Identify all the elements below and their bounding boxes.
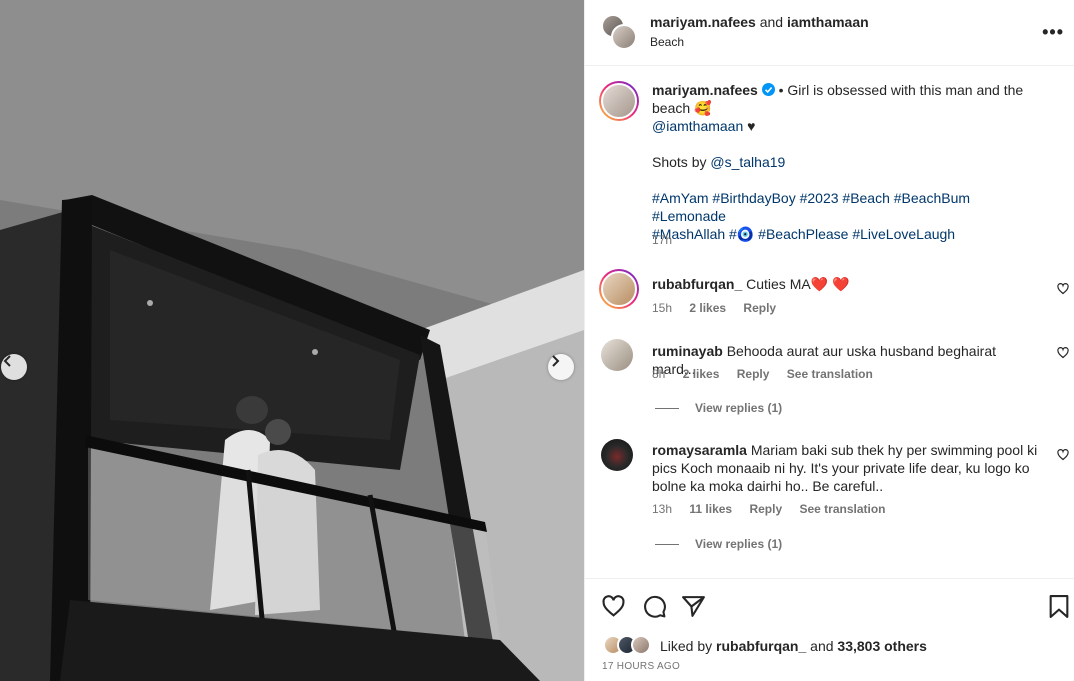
comment-username[interactable]: romaysaramla [652,442,747,458]
comment-item: rubabfurqan_ Cuties MA❤️ ❤️ 15h 2 likes … [599,269,1069,319]
comment-time[interactable]: 8h [652,367,665,381]
comments-list: mariyam.nafees • Girl is obsessed with t… [585,67,1074,577]
hashtags-line-1[interactable]: #AmYam #BirthdayBoy #2023 #Beach #BeachB… [652,190,970,224]
comment-text: romaysaramla Mariam baki sub thek hy per… [652,441,1047,495]
story-ring[interactable] [599,81,639,121]
post-photo [0,0,584,681]
location-link[interactable]: Beach [650,35,684,49]
caption-meta: 17h [652,233,686,247]
like-button[interactable] [601,594,626,619]
comment-item: ruminayab Behooda aurat aur uska husband… [599,339,1069,419]
heart-icon[interactable] [1057,283,1069,295]
comment-username[interactable]: ruminayab [652,343,723,359]
share-button[interactable] [681,594,706,619]
caption-time[interactable]: 17h [652,233,672,247]
liked-by-label: Liked by [660,638,713,654]
comment-time[interactable]: 13h [652,502,672,516]
comment-likes[interactable]: 2 likes [689,301,726,315]
heart-icon [602,595,625,617]
comment-body: Cuties MA❤️ ❤️ [746,276,850,292]
collab-names: mariyam.nafees and iamthamaan [650,14,869,30]
view-replies-button[interactable]: View replies (1) [655,537,782,551]
photo-illustration [0,0,584,681]
previous-photo-button[interactable] [1,354,27,380]
reply-button[interactable]: Reply [749,502,782,516]
comment-likes[interactable]: 11 likes [689,502,732,516]
post-details-panel: mariyam.nafees and iamthamaan Beach ••• … [584,0,1074,681]
chevron-left-icon [3,355,11,367]
comment-item: romaysaramla Mariam baki sub thek hy per… [599,439,1069,559]
comment-meta: 13h 11 likes Reply See translation [652,502,900,516]
author-username[interactable]: mariyam.nafees [650,14,756,30]
avatar [601,83,637,119]
liked-by-user[interactable]: rubabfurqan_ [716,638,806,654]
verified-icon [761,83,775,96]
collab-avatars[interactable] [601,14,637,50]
heart-icon[interactable] [1057,449,1069,461]
photographer-mention[interactable]: @s_talha19 [710,154,785,170]
caption-heart: ♥ [747,118,756,134]
see-translation-button[interactable]: See translation [799,502,885,516]
comment-time[interactable]: 15h [652,301,672,315]
save-icon [1049,595,1069,618]
comment-button[interactable] [642,594,667,619]
save-button[interactable] [1048,594,1070,619]
chevron-right-icon [552,355,560,367]
avatar [611,24,637,50]
view-replies-button[interactable]: View replies (1) [655,401,782,415]
avatar[interactable] [601,339,633,371]
heart-icon[interactable] [1057,347,1069,359]
nazar-emoji: 🧿 [736,226,755,242]
liked-by-text: Liked by rubabfurqan_ and 33,803 others [660,638,927,654]
caption-mention[interactable]: @iamthamaan [652,118,743,134]
comment-text: rubabfurqan_ Cuties MA❤️ ❤️ [652,275,1047,293]
avatar[interactable] [601,439,633,471]
caption: mariyam.nafees • Girl is obsessed with t… [599,81,1069,251]
comment-username[interactable]: rubabfurqan_ [652,276,742,292]
avatar [631,635,651,655]
comment-meta: 8h 2 likes Reply See translation [652,367,887,381]
caption-text: mariyam.nafees • Girl is obsessed with t… [652,81,1047,243]
avatar [601,271,637,307]
story-ring[interactable] [599,269,639,309]
collaborator-username[interactable]: iamthamaan [787,14,869,30]
reply-button[interactable]: Reply [743,301,776,315]
hashtags-line-2c[interactable]: #BeachPlease #LiveLoveLaugh [754,226,955,242]
post-header: mariyam.nafees and iamthamaan Beach ••• [585,0,1074,66]
see-translation-button[interactable]: See translation [787,367,873,381]
next-photo-button[interactable] [548,354,574,380]
more-options-button[interactable]: ••• [1042,22,1064,43]
likes-count-button[interactable]: 33,803 others [837,638,927,654]
comment-icon [644,595,666,618]
collab-joiner: and [759,14,784,30]
comment-likes[interactable]: 2 likes [683,367,720,381]
and-label: and [810,638,834,654]
comment-meta: 15h 2 likes Reply [652,301,790,315]
reply-button[interactable]: Reply [737,367,770,381]
caption-username[interactable]: mariyam.nafees [652,82,758,98]
more-icon: ••• [1042,22,1064,42]
post-actions: Liked by rubabfurqan_ and 33,803 others … [585,578,1074,681]
share-icon [682,596,705,617]
shots-label: Shots by [652,154,707,170]
post-timestamp[interactable]: 17 HOURS AGO [602,661,680,672]
